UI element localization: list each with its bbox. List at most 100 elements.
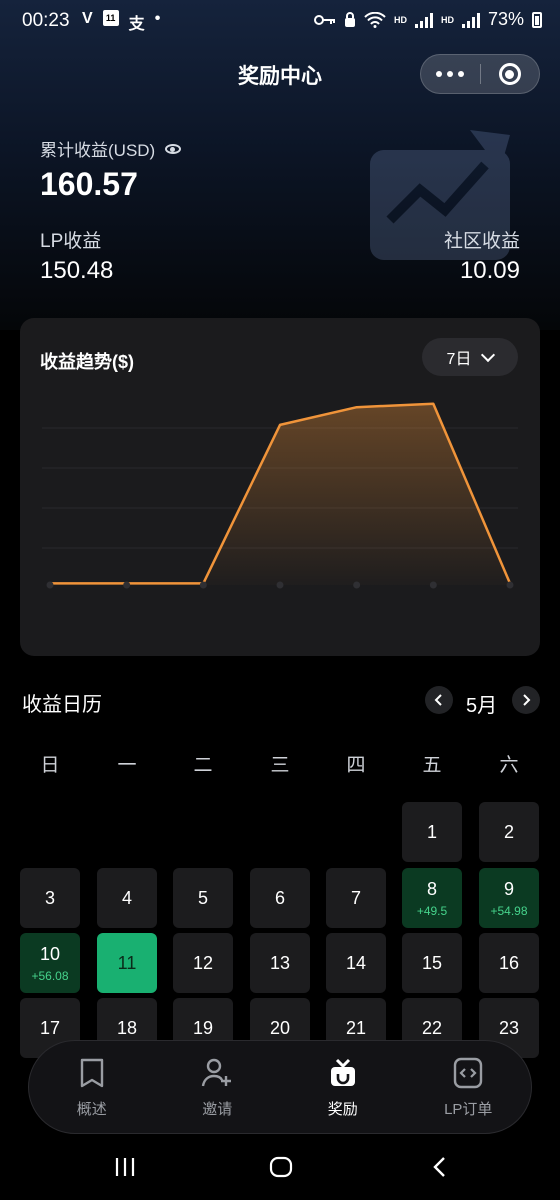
lp-earnings-value: 150.48 [40,257,114,284]
tab-invite[interactable]: 邀请 [155,1041,281,1133]
battery-percent: 73% [487,9,524,29]
day-number: 11 [117,952,137,973]
calendar-icon: 11 [102,10,119,26]
calendar-day[interactable]: 13 [250,933,310,993]
day-earnings: +49.5 [416,903,448,918]
home-icon[interactable] [266,1154,296,1180]
miniprogram-capsule [420,54,540,94]
target-icon [498,63,521,85]
signal-icon [461,12,480,28]
x-axis-tick [123,581,131,589]
calendar-day[interactable]: 9 +54.98 [479,868,539,928]
hd-badge: HD [440,14,454,25]
lp-earnings-label: LP收益 [40,231,102,252]
signal-icon [414,12,433,28]
bookmark-doc-icon [80,1058,103,1087]
dot-icon: • [154,10,161,27]
calendar-day[interactable]: 12 [173,933,233,993]
wifi-icon [364,11,386,28]
day-number: 6 [274,887,285,908]
battery-icon [532,11,542,28]
hd-badge: HD [393,14,407,25]
earnings-trend-card: 收益趋势($) 7日 [20,318,540,656]
day-number: 9 [503,878,514,899]
range-label: 7日 [446,351,472,368]
tab-overview[interactable]: 概述 [29,1041,155,1133]
more-menu-icon[interactable] [421,71,480,77]
weekday-label: 三 [270,755,290,776]
x-axis-tick [353,581,361,589]
day-number: 5 [197,887,208,908]
day-number: 7 [350,887,361,908]
month-label: 5月 [466,695,498,717]
calendar-day[interactable]: 10 +56.08 [20,933,80,993]
calendar-day[interactable]: 7 [326,868,386,928]
calendar-day[interactable]: 3 [20,868,80,928]
eye-icon[interactable] [165,143,182,154]
calendar-day[interactable]: 4 [97,868,157,928]
weekday-label: 一 [117,755,137,776]
v-icon: V [82,10,93,27]
recents-icon[interactable] [110,1154,140,1180]
back-icon[interactable] [424,1154,454,1180]
calendar-day[interactable]: 16 [479,933,539,993]
system-navigation-bar [0,1134,560,1200]
day-number: 10 [39,943,61,964]
calendar-title: 收益日历 [22,694,102,716]
weekday-label: 五 [422,755,442,776]
prev-month-button[interactable] [425,686,453,714]
day-number: 1 [426,821,437,842]
day-number: 21 [345,1017,367,1038]
x-axis-tick [199,581,207,589]
day-number: 23 [498,1017,520,1038]
day-number: 17 [39,1017,61,1038]
tab-label: LP订单 [444,1100,493,1118]
calendar-day[interactable]: 11 [97,933,157,993]
tab-lp-orders[interactable]: LP订单 [406,1041,532,1133]
calendar-day[interactable]: 2 [479,802,539,862]
day-number: 4 [121,887,132,908]
key-icon [313,14,335,25]
lock-icon [344,11,355,27]
add-user-icon [202,1058,232,1086]
notification-icons: V 11 支 • [82,10,160,34]
day-number: 22 [421,1017,443,1038]
status-time: 00:23 [22,10,70,31]
community-earnings-label: 社区收益 [443,231,520,252]
chevron-right-icon [523,694,531,706]
tab-label: 邀请 [202,1100,233,1118]
day-number: 12 [192,952,214,973]
day-number: 18 [116,1017,138,1038]
day-number: 16 [498,952,520,973]
calendar-day[interactable]: 15 [402,933,462,993]
close-miniprogram-button[interactable] [481,63,540,85]
alipay-icon: 支 [128,16,145,33]
day-number: 3 [44,887,55,908]
code-file-icon [454,1057,483,1088]
gift-icon [330,1058,355,1086]
tab-label: 概述 [76,1100,107,1118]
x-axis-tick [506,581,514,589]
calendar-day[interactable]: 6 [250,868,310,928]
calendar-day[interactable]: 1 [402,802,462,862]
calendar-day[interactable]: 8 +49.5 [402,868,462,928]
chevron-left-icon [434,694,442,706]
tab-rewards[interactable]: 奖励 [280,1041,406,1133]
trend-title: 收益趋势($) [40,352,134,372]
weekday-label: 六 [499,755,519,776]
day-number: 14 [345,952,367,973]
day-earnings: +54.98 [490,903,528,918]
day-number: 8 [426,878,437,899]
next-month-button[interactable] [512,686,540,714]
range-selector[interactable]: 7日 [422,338,518,376]
calendar-day[interactable]: 5 [173,868,233,928]
tab-label: 奖励 [327,1100,358,1118]
day-number: 19 [192,1017,214,1038]
weekday-label: 四 [346,755,366,776]
day-number: 15 [421,952,443,973]
calendar-day[interactable]: 14 [326,933,386,993]
trend-area [50,403,510,585]
x-axis-tick [276,581,284,589]
community-earnings-value: 10.09 [459,257,520,284]
day-earnings: +56.08 [31,968,69,983]
